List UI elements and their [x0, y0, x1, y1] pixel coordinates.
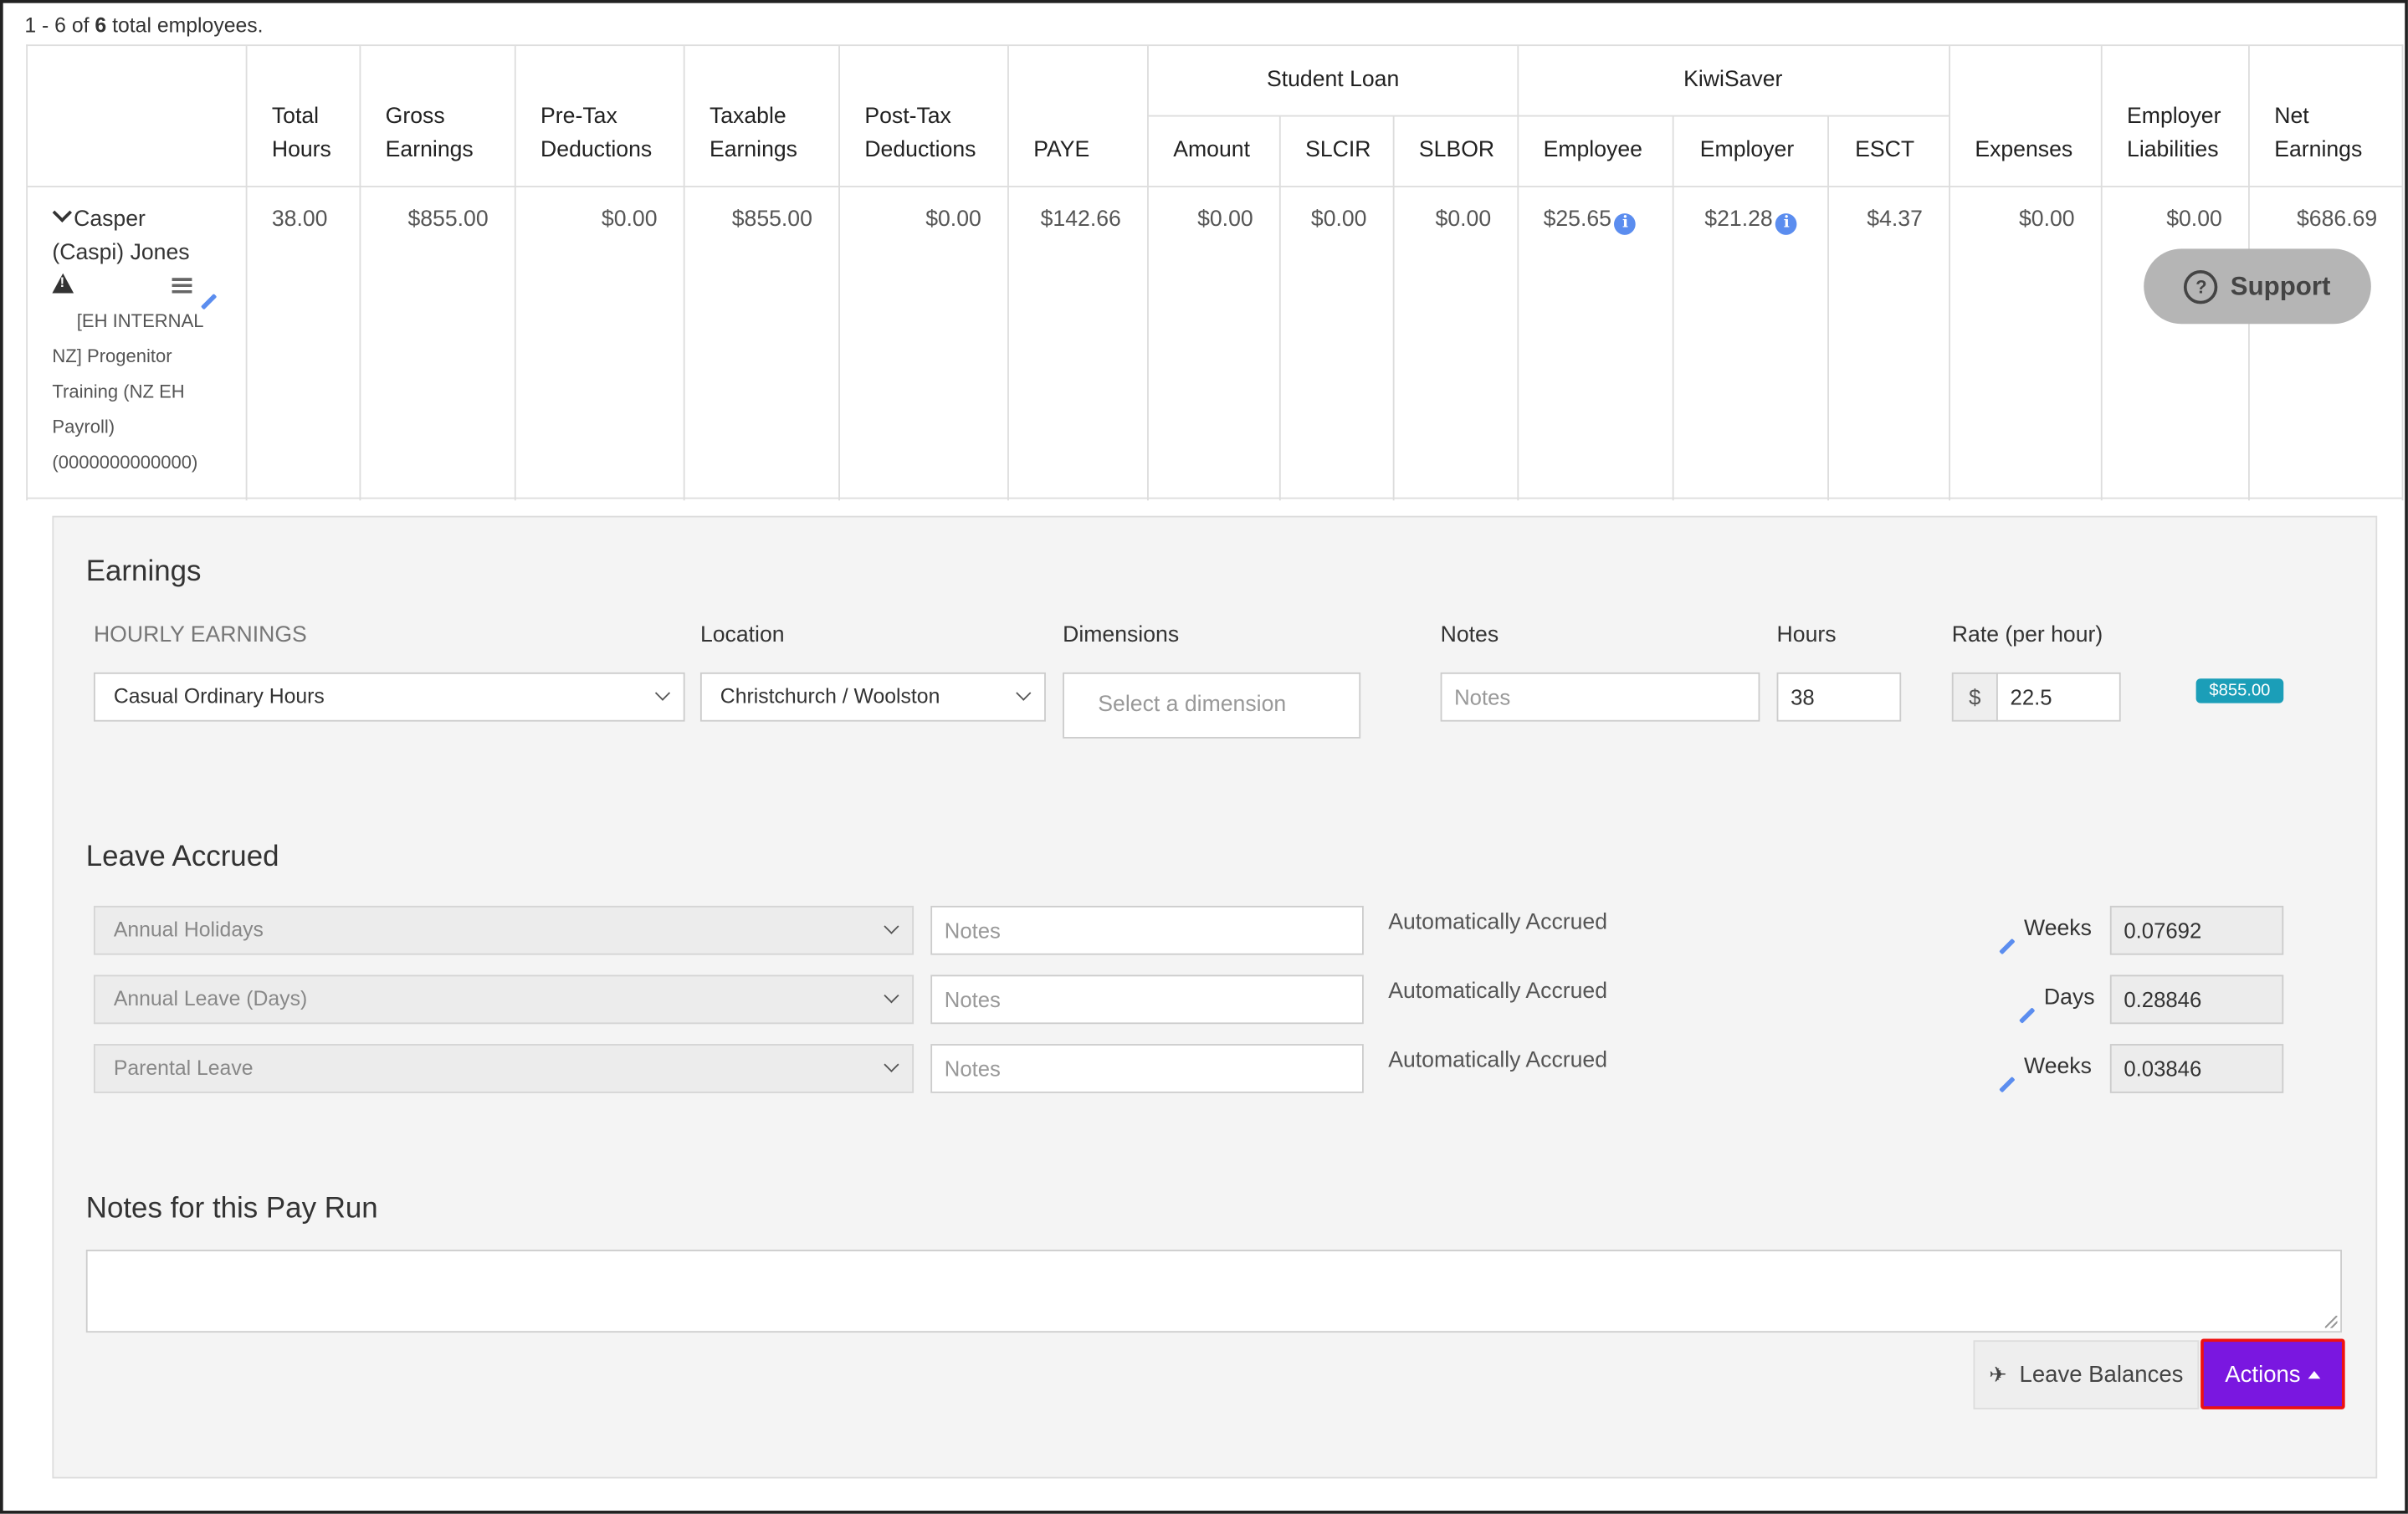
header-ks-employer: Employer [1699, 138, 1795, 163]
employee-table: Total Hours Gross Earnings Pre-Tax Deductio… [26, 44, 2404, 501]
list-icon[interactable] [172, 278, 192, 294]
info-icon[interactable]: i [1775, 213, 1798, 235]
header-total-hours: Total Hours [271, 104, 331, 163]
leave-notes-input[interactable]: Notes [930, 905, 1364, 955]
cell-employer-liabilities: $0.00 [2166, 207, 2222, 233]
employee-organisation: [EH INTERNAL NZ] Progenitor Training (NZ… [52, 309, 204, 473]
leave-unit: Weeks [2024, 916, 2092, 942]
leave-notes-input[interactable]: Notes [930, 1044, 1364, 1093]
earning-type-select[interactable]: Casual Ordinary Hours [93, 672, 685, 722]
header-paye: PAYE [1033, 138, 1090, 163]
leave-accrued-title: Leave Accrued [85, 841, 279, 874]
leave-unit: Days [2043, 985, 2095, 1010]
header-posttax-deductions: Post-Tax Deductions [864, 104, 976, 163]
help-circle-icon: ? [2184, 269, 2219, 304]
leave-balances-button[interactable]: ✈ Leave Balances [1973, 1340, 2200, 1409]
cell-net-earnings: $686.69 [2296, 207, 2378, 233]
leave-type-select[interactable]: Parental Leave [93, 1044, 915, 1093]
header-taxable-earnings: Taxable Earnings [709, 104, 798, 163]
header-sl-amount: Amount [1173, 138, 1250, 163]
dimension-select[interactable]: Select a dimension [1063, 672, 1361, 739]
hourly-earnings-label: HOURLY EARNINGS [93, 623, 307, 648]
cell-gross-earnings: $855.00 [407, 207, 489, 233]
header-net-earnings: Net Earnings [2274, 104, 2363, 163]
header-gross-earnings: Gross Earnings [385, 104, 474, 163]
employee-count: 1 - 6 of 6 total employees. [24, 13, 264, 38]
caret-up-icon [2308, 1370, 2321, 1378]
chevron-down-icon [884, 1056, 899, 1072]
leave-unit: Weeks [2024, 1054, 2092, 1080]
cell-sl-amount: $0.00 [1197, 207, 1253, 233]
cell-ks-employee: $25.65 i [1544, 202, 1637, 236]
cell-expenses: $0.00 [2019, 207, 2075, 233]
currency-addon: $ [1951, 672, 1998, 722]
edit-pencil-icon[interactable] [1998, 1067, 2016, 1095]
cell-total-hours: 38.00 [271, 207, 328, 233]
chevron-down-icon [884, 988, 899, 1004]
support-button[interactable]: ? Support [2144, 248, 2371, 325]
chevron-down-icon[interactable] [52, 202, 73, 222]
employee-name[interactable]: Casper (Caspi) Jones [52, 202, 236, 270]
header-slbor: SLBOR [1418, 138, 1495, 163]
info-icon[interactable]: i [1614, 213, 1637, 235]
chevron-down-icon [1016, 685, 1032, 701]
rate-label: Rate (per hour) [1951, 623, 2103, 648]
earnings-total-badge: $855.00 [2195, 678, 2284, 703]
cell-paye: $142.66 [1040, 207, 1121, 233]
cell-taxable-earnings: $855.00 [731, 207, 812, 233]
earnings-notes-input[interactable]: Notes [1440, 672, 1760, 722]
cell-slbor: $0.00 [1435, 207, 1492, 233]
leave-value-input[interactable]: 0.07692 [2109, 905, 2284, 955]
location-label: Location [699, 623, 785, 648]
header-pretax-deductions: Pre-Tax Deductions [541, 104, 653, 163]
notes-label: Notes [1440, 623, 1499, 648]
cell-posttax-deductions: $0.00 [925, 207, 981, 233]
leave-status: Automatically Accrued [1388, 910, 1608, 935]
edit-pencil-icon[interactable] [2018, 998, 2037, 1026]
actions-button[interactable]: Actions [2201, 1338, 2345, 1409]
earnings-title: Earnings [85, 555, 202, 588]
location-select[interactable]: Christchurch / Woolston [699, 672, 1046, 722]
header-employer-liabilities: Employer Liabilities [2127, 104, 2221, 163]
chevron-down-icon [884, 918, 899, 934]
leave-value-input[interactable]: 0.03846 [2109, 1044, 2284, 1093]
leave-type-select[interactable]: Annual Leave (Days) [93, 974, 915, 1025]
rate-input[interactable]: 22.5 [1996, 672, 2121, 722]
plane-icon: ✈ [1989, 1361, 2007, 1387]
leave-status: Automatically Accrued [1388, 1048, 1608, 1073]
leave-status: Automatically Accrued [1388, 979, 1608, 1005]
dimensions-label: Dimensions [1063, 623, 1180, 648]
cell-ks-employer: $21.28 i [1704, 202, 1798, 236]
header-ks-employee: Employee [1543, 138, 1642, 163]
chevron-down-icon [654, 685, 671, 701]
header-student-loan: Student Loan [1266, 67, 1400, 93]
cell-pretax-deductions: $0.00 [601, 207, 658, 233]
cell-esct: $4.37 [1867, 207, 1923, 233]
cell-slcir: $0.00 [1310, 207, 1367, 233]
header-expenses: Expenses [1975, 138, 2073, 163]
header-slcir: SLCIR [1305, 138, 1371, 163]
header-esct: ESCT [1855, 138, 1915, 163]
hours-label: Hours [1776, 623, 1837, 648]
warning-icon [52, 273, 74, 294]
edit-pencil-icon[interactable] [1998, 928, 2016, 956]
resize-handle-icon[interactable] [2324, 1315, 2338, 1328]
hours-input[interactable]: 38 [1776, 672, 1902, 722]
leave-type-select[interactable]: Annual Holidays [93, 905, 915, 955]
pay-run-notes-textarea[interactable] [85, 1250, 2342, 1333]
leave-value-input[interactable]: 0.28846 [2109, 974, 2284, 1025]
leave-notes-input[interactable]: Notes [930, 974, 1364, 1025]
pay-run-notes-title: Notes for this Pay Run [85, 1193, 378, 1225]
header-kiwisaver: KiwiSaver [1683, 67, 1783, 93]
